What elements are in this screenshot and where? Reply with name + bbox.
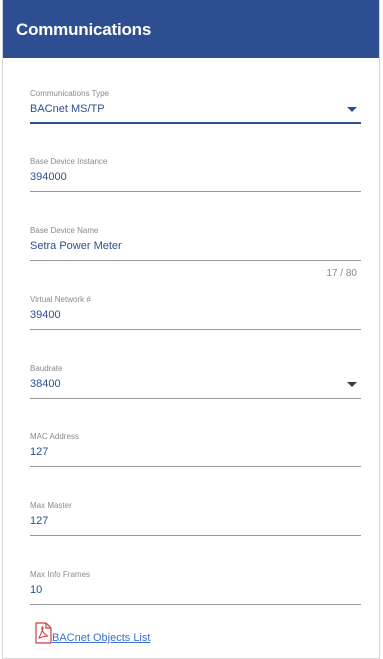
chevron-down-icon[interactable] [347,107,357,112]
virtual-network-label: Virtual Network # [30,295,91,304]
panel-title: Communications [16,20,152,39]
max-master-value[interactable]: 127 [30,515,48,527]
field-underline [30,604,361,605]
mac-address-label: MAC Address [30,432,79,441]
field-underline [30,466,361,467]
field-underline [30,535,361,536]
max-info-frames-value[interactable]: 10 [30,584,42,596]
base-device-instance-value[interactable]: 394000 [30,171,67,183]
communications-type-label: Communications Type [30,89,109,98]
mac-address-value[interactable]: 127 [30,446,48,458]
character-counter: 17 / 80 [326,268,357,279]
base-device-name-label: Base Device Name [30,226,99,235]
chevron-down-icon[interactable] [347,382,357,387]
field-underline [30,260,361,261]
virtual-network-value[interactable]: 39400 [30,309,61,321]
panel-header: Communications [3,0,379,58]
base-device-instance-label: Base Device Instance [30,157,108,166]
base-device-name-value[interactable]: Setra Power Meter [30,240,122,252]
communications-panel: Communications Communications Type BACne… [2,0,380,659]
bacnet-objects-list-label[interactable]: BACnet Objects List [52,632,150,644]
baudrate-label: Baudrate [30,364,63,373]
baudrate-value: 38400 [30,378,61,390]
field-underline [30,329,361,330]
max-info-frames-label: Max Info Frames [30,570,91,579]
communications-type-value: BACnet MS/TP [30,103,105,115]
field-underline [30,122,361,124]
pdf-icon [35,622,52,644]
field-underline [30,191,361,192]
max-master-label: Max Master [30,501,72,510]
field-underline [30,398,361,399]
